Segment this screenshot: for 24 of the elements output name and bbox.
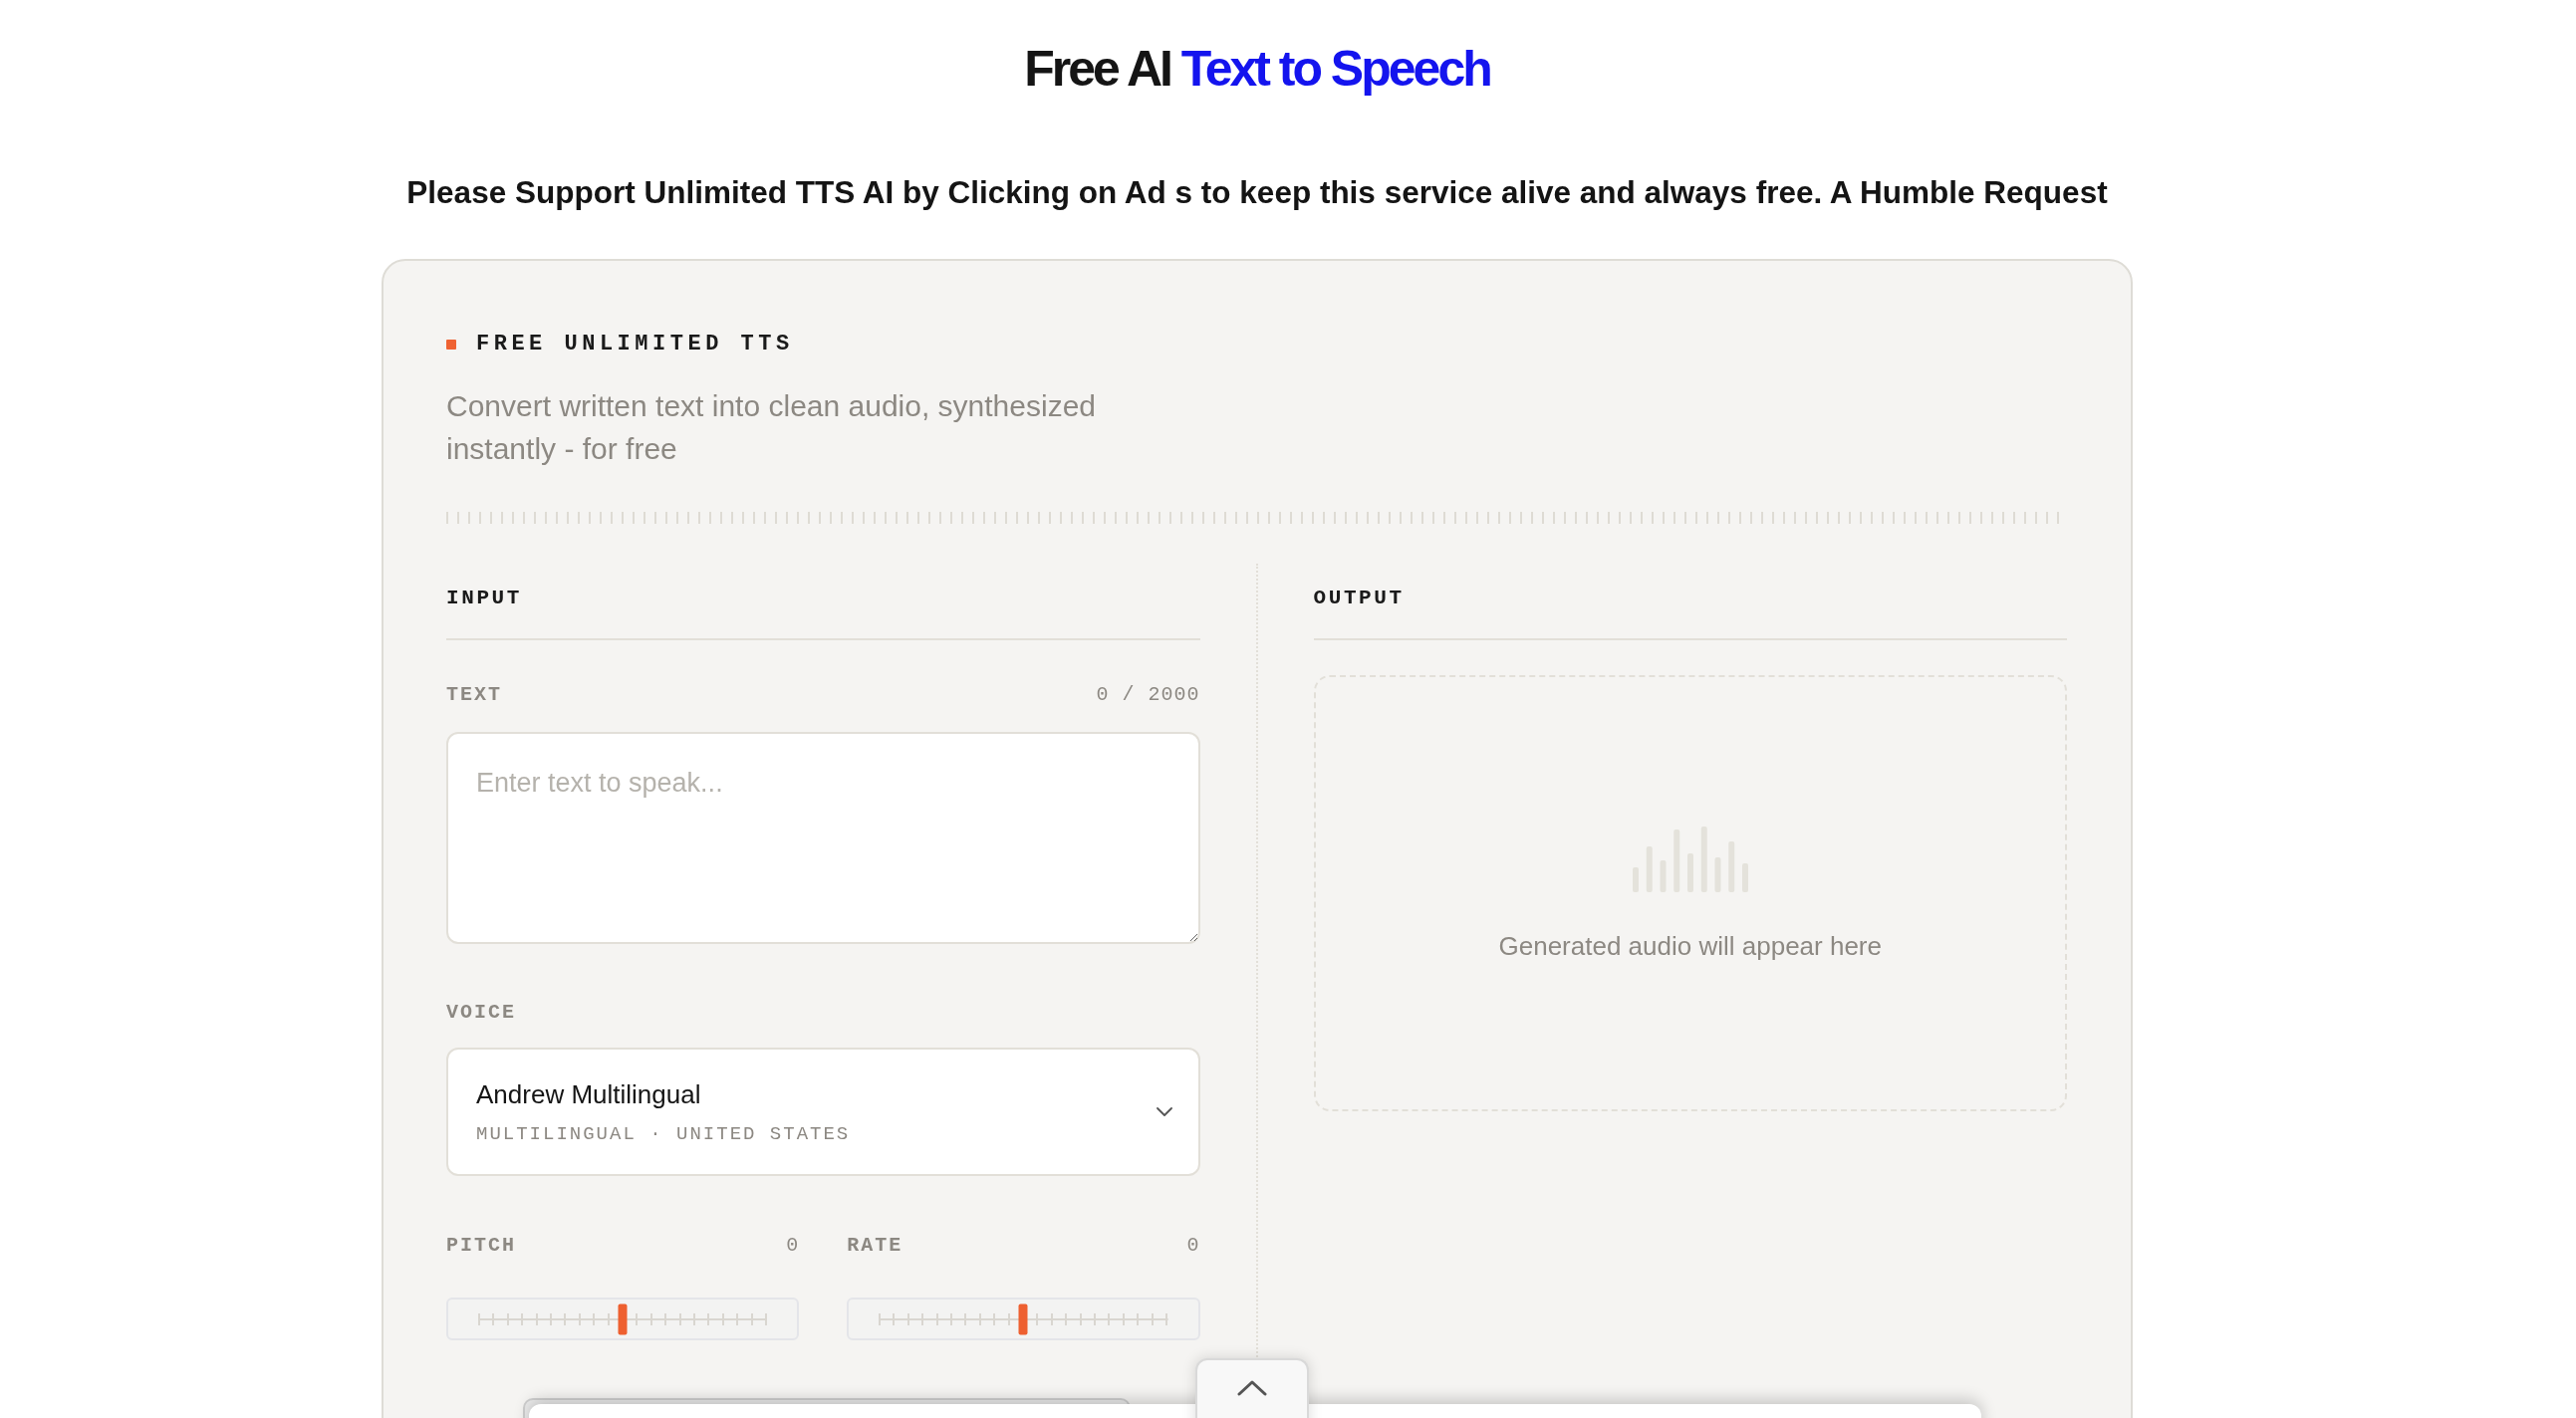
slider-label: PITCH — [446, 1233, 516, 1257]
slider-label: RATE — [847, 1233, 903, 1257]
section-heading: OUTPUT — [1313, 586, 1406, 611]
voice-dropdown[interactable]: Andrew Multilingual MULTILINGUAL · UNITED STATES — [446, 1048, 1200, 1176]
scroll-top-button[interactable] — [1195, 1358, 1309, 1418]
page-title: Free AI Text to Speech — [1024, 40, 1490, 99]
field-label: TEXT — [446, 682, 502, 706]
slider-track[interactable] — [847, 1298, 1200, 1340]
text-input[interactable]: Enter text to speak... — [446, 732, 1200, 944]
slider-thumb[interactable] — [1018, 1303, 1028, 1334]
marker-icon — [446, 340, 456, 350]
chevron-up-icon — [1237, 1380, 1267, 1396]
chevron-down-icon — [1156, 1107, 1172, 1116]
card-eyebrow: FREE UNLIMITED TTS — [476, 331, 794, 358]
slider-value: 0 — [786, 1233, 800, 1257]
slider-value: 0 — [1186, 1233, 1200, 1257]
slider-thumb[interactable] — [618, 1303, 628, 1334]
char-count: 0 / 2000 — [1096, 682, 1200, 706]
slider-track[interactable] — [446, 1298, 800, 1340]
section-heading: INPUT — [446, 586, 523, 611]
card-description: Convert written text into clean audio, synthesized instantly - for free — [446, 388, 1098, 467]
support-notice: Please Support Unlimited TTS AI by Clicking on Ad s to keep this service alive and always free. A Humble Request — [406, 173, 2108, 212]
field-label: VOICE — [446, 1000, 516, 1024]
empty-output-message: Generated audio will appear here — [1498, 930, 1882, 961]
